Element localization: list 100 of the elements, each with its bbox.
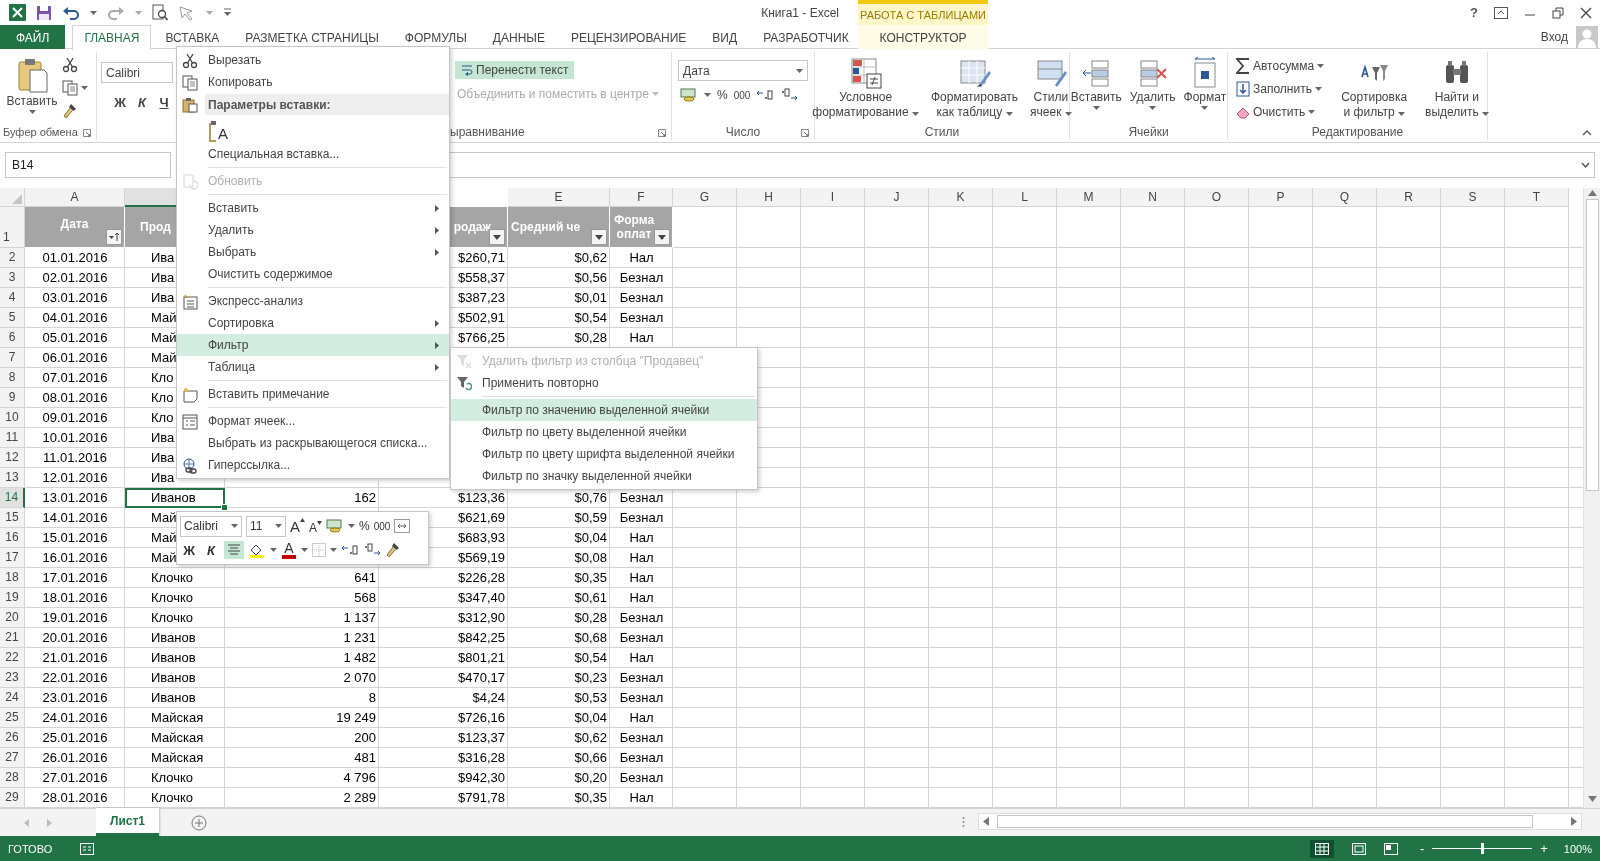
shrink-font-button[interactable]: A <box>309 517 323 535</box>
row-header[interactable]: 16 <box>0 528 25 548</box>
menu-item[interactable]: Фильтр по цвету выделенной ячейки <box>451 421 757 443</box>
currency-icon[interactable] <box>680 87 698 103</box>
row-header[interactable]: 4 <box>0 288 25 308</box>
ribbon-tab[interactable]: КОНСТРУКТОР <box>858 25 988 49</box>
editing-command[interactable]: Автосумма <box>1234 57 1327 75</box>
menu-item[interactable]: Специальная вставка... <box>177 143 449 165</box>
editing-command[interactable]: Очистить <box>1234 103 1327 121</box>
caret-icon[interactable] <box>28 110 36 114</box>
undo-icon[interactable] <box>62 4 80 21</box>
wrap-text-button[interactable]: Перенести текст <box>455 61 575 79</box>
normal-view-button[interactable] <box>1309 839 1334 858</box>
name-box[interactable]: B14 <box>5 152 171 178</box>
zoom-slider-thumb[interactable] <box>1480 843 1484 854</box>
dialog-launcher-icon[interactable] <box>658 129 666 137</box>
decrease-decimal-icon[interactable] <box>780 88 799 102</box>
menu-item[interactable]: Экспресс-анализ <box>177 290 449 312</box>
caret-icon[interactable] <box>1005 112 1013 116</box>
caret-icon[interactable] <box>1308 110 1316 114</box>
caret-icon[interactable] <box>1314 87 1322 91</box>
column-header[interactable]: K <box>929 188 993 207</box>
save-icon[interactable] <box>36 4 52 21</box>
row-header[interactable]: 29 <box>0 788 25 808</box>
filter-button[interactable] <box>591 229 607 245</box>
row-header[interactable]: 12 <box>0 448 25 468</box>
print-preview-icon[interactable] <box>152 4 168 21</box>
vertical-scrollbar[interactable] <box>1583 188 1600 808</box>
row-header[interactable]: 11 <box>0 428 25 448</box>
grow-font-button[interactable]: A <box>290 517 305 535</box>
ribbon-tab[interactable]: ГЛАВНАЯ <box>72 25 152 50</box>
percent-button[interactable]: % <box>359 519 370 533</box>
column-header[interactable]: P <box>1249 188 1313 207</box>
row-header[interactable]: 24 <box>0 688 25 708</box>
menu-item[interactable]: Фильтр по значку выделенной ячейки <box>451 465 757 487</box>
decrease-decimal-icon[interactable] <box>363 543 381 557</box>
row-header[interactable]: 15 <box>0 508 25 528</box>
filter-button[interactable] <box>106 229 122 245</box>
column-header[interactable]: Q <box>1313 188 1377 207</box>
row-header[interactable]: 17 <box>0 548 25 568</box>
dialog-launcher-icon[interactable] <box>801 129 809 137</box>
row-header[interactable]: 13 <box>0 468 25 488</box>
font-size-field[interactable]: 11 <box>246 515 286 537</box>
column-header[interactable]: O <box>1185 188 1249 207</box>
menu-item[interactable]: Гиперссылка... <box>177 454 449 476</box>
filter-button[interactable] <box>489 229 505 245</box>
row-header[interactable]: 14 <box>0 488 25 508</box>
scroll-up-icon[interactable] <box>1587 190 1597 196</box>
add-sheet-icon[interactable] <box>191 814 208 831</box>
row-header[interactable]: 7 <box>0 348 25 368</box>
caret-icon[interactable] <box>1064 112 1072 116</box>
ribbon-tab[interactable]: РЕЦЕНЗИРОВАНИЕ <box>558 25 699 49</box>
page-break-icon[interactable] <box>1383 842 1398 855</box>
column-header[interactable]: S <box>1441 188 1505 207</box>
cells-button[interactable]: Удалить <box>1126 55 1179 112</box>
ribbon-tab[interactable]: РАЗМЕТКА СТРАНИЦЫ <box>233 25 391 49</box>
row-header[interactable]: 21 <box>0 628 25 648</box>
paste-button[interactable]: Вставить <box>4 55 60 116</box>
zoom-level[interactable]: 100% <box>1563 842 1592 855</box>
caret-icon[interactable] <box>1317 64 1325 68</box>
column-header[interactable]: L <box>993 188 1057 207</box>
scroll-right-icon[interactable] <box>1571 817 1577 826</box>
font-name-field[interactable]: Calibri <box>180 515 242 537</box>
caret-icon[interactable] <box>1092 106 1100 110</box>
dialog-launcher-icon[interactable] <box>83 129 91 137</box>
caret-icon[interactable] <box>330 548 337 552</box>
row-header[interactable]: 26 <box>0 728 25 748</box>
editing-button[interactable]: Найти и выделить <box>1422 55 1492 122</box>
row-header[interactable]: 27 <box>0 748 25 768</box>
macro-record-icon[interactable] <box>80 842 95 855</box>
cells-button[interactable]: Формат <box>1180 55 1230 112</box>
row-header[interactable]: 25 <box>0 708 25 728</box>
font-name-field[interactable]: Calibri <box>101 62 173 83</box>
column-header[interactable]: T <box>1505 188 1569 207</box>
row-header[interactable]: 20 <box>0 608 25 628</box>
spreadsheet-logo-icon[interactable] <box>9 4 26 21</box>
column-header[interactable]: H <box>737 188 801 207</box>
editing-button[interactable]: Сортировка и фильтр <box>1338 55 1411 122</box>
menu-item[interactable]: Очистить содержимое <box>177 263 449 285</box>
column-header[interactable]: M <box>1057 188 1121 207</box>
filter-button[interactable] <box>654 229 670 245</box>
caret-icon[interactable] <box>348 524 356 528</box>
ribbon-tab[interactable]: ДАННЫЕ <box>480 25 557 49</box>
row-header[interactable]: 3 <box>0 268 25 288</box>
bold-button[interactable]: Ж <box>109 93 131 112</box>
menu-item[interactable]: Вставить примечание <box>177 383 449 405</box>
sign-in-link[interactable]: Вход <box>1540 30 1568 44</box>
column-header[interactable]: F <box>610 188 673 207</box>
row-header[interactable]: 8 <box>0 368 25 388</box>
menu-item[interactable]: Фильтр по цвету шрифта выделенной ячейки <box>451 443 757 465</box>
horizontal-scrollbar[interactable] <box>978 813 1582 830</box>
column-header[interactable]: J <box>865 188 929 207</box>
format-painter-icon[interactable] <box>385 542 401 558</box>
scroll-thumb[interactable] <box>997 815 1533 828</box>
column-header[interactable]: G <box>673 188 737 207</box>
styles-button[interactable]: Условное форматирование <box>809 55 922 122</box>
splitter-icon[interactable] <box>962 816 965 828</box>
sheet-tab[interactable]: Лист1 <box>96 808 160 836</box>
row-header[interactable]: 23 <box>0 668 25 688</box>
row-header[interactable]: 9 <box>0 388 25 408</box>
